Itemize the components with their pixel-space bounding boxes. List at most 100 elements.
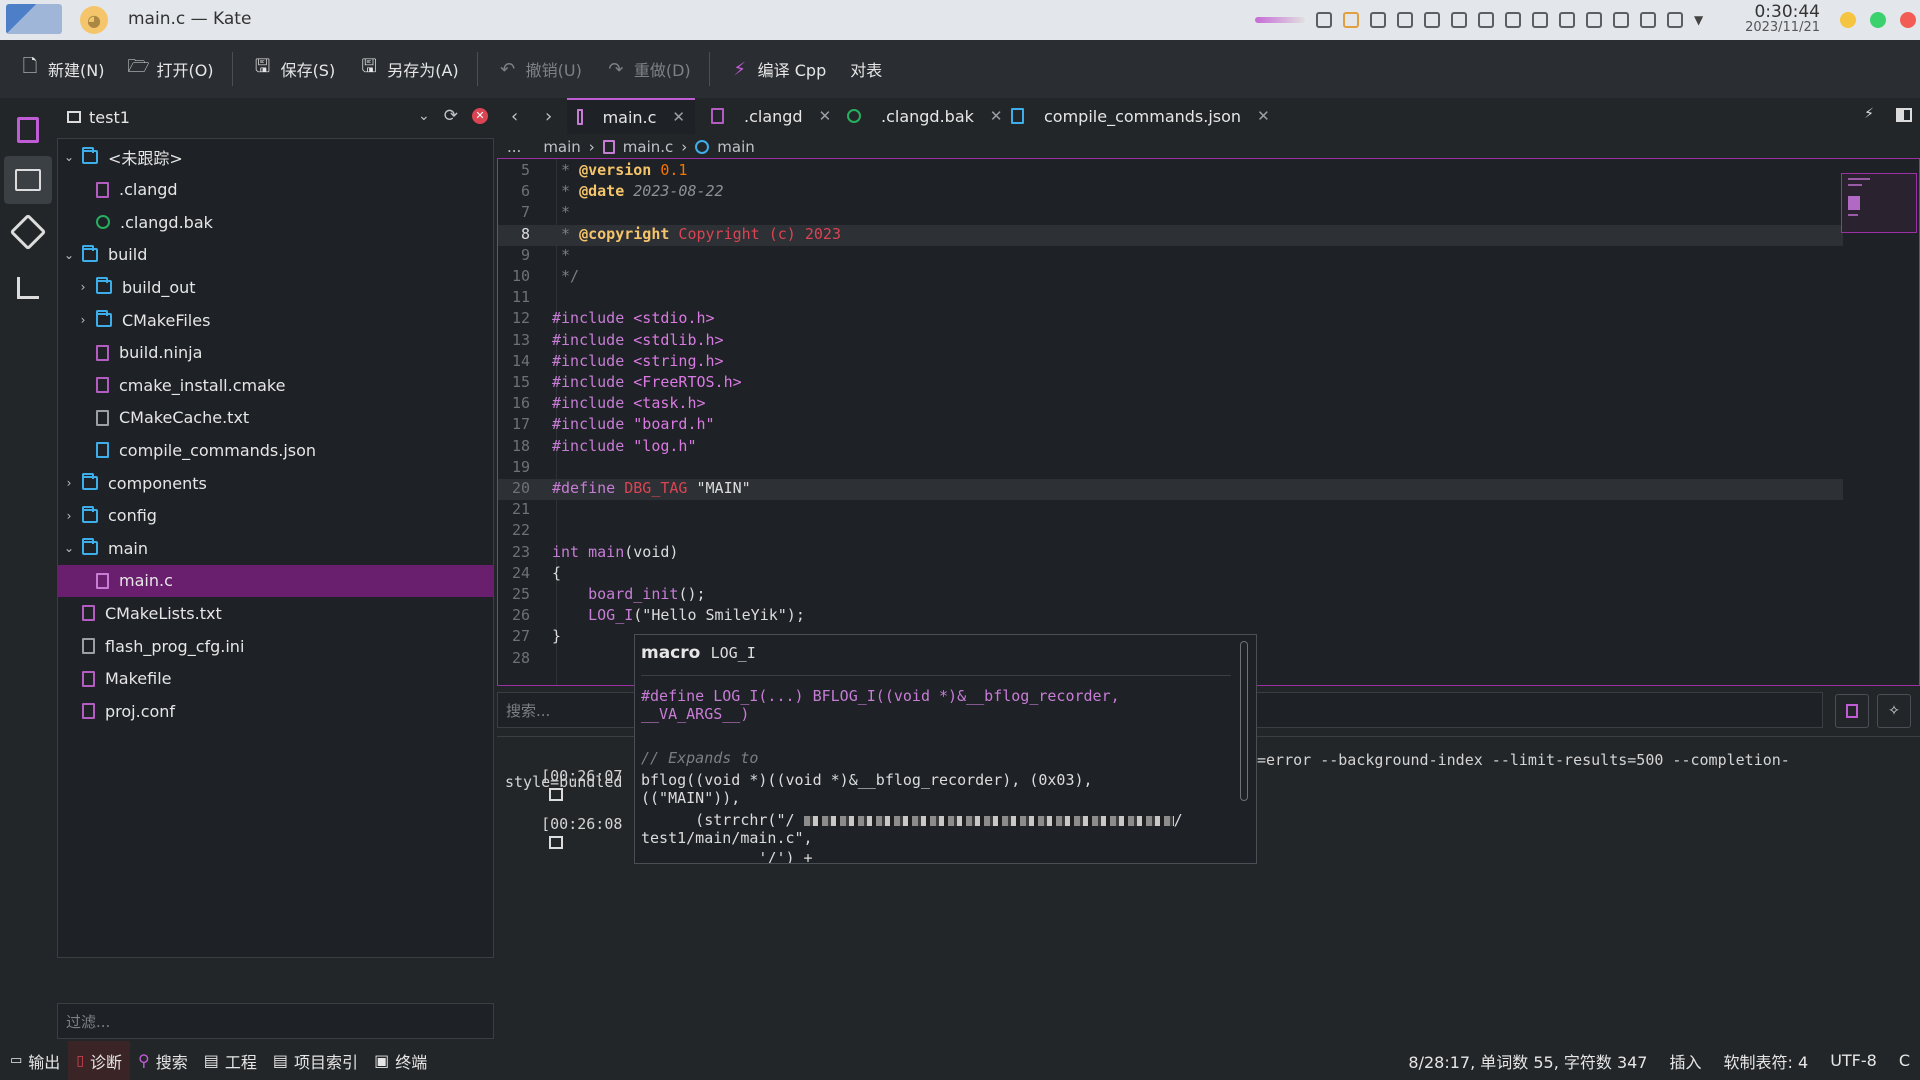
git-icon[interactable] (4, 208, 52, 256)
code-line[interactable]: 9 * (498, 246, 1843, 267)
display-icon[interactable] (1613, 12, 1629, 28)
index-tab[interactable]: ▤ 项目索引 (265, 1041, 366, 1080)
code-line[interactable]: 6 * @date 2023-08-22 (498, 182, 1843, 203)
chevron-right-icon[interactable]: › (62, 476, 76, 490)
clipboard-icon[interactable] (1451, 12, 1467, 28)
tree-file[interactable]: Makefile (58, 663, 493, 695)
tab-clangd[interactable]: .clangd ✕ (701, 98, 841, 134)
tree-file[interactable]: cmake_install.cmake (58, 369, 493, 401)
project-list-icon[interactable] (4, 156, 52, 204)
compile-button[interactable]: ⚡ 编译 Cpp (730, 49, 826, 89)
diagnostics-tab[interactable]: ▯ 诊断 (68, 1041, 131, 1080)
code-line[interactable]: 24 { (498, 564, 1843, 585)
code-line[interactable]: 11 (498, 288, 1843, 309)
chevron-down-icon[interactable]: ⌄ (418, 108, 430, 124)
open-button[interactable]: 🗁 打开(O) (127, 49, 213, 89)
save-button[interactable]: 🖫 保存(S) (253, 49, 335, 89)
tray-slider[interactable] (1255, 17, 1305, 23)
search-tab[interactable]: ⚲ 搜索 (130, 1041, 196, 1080)
tree-file[interactable]: CMakeLists.txt (58, 597, 493, 629)
code-line[interactable]: 17 #include "board.h" (498, 415, 1843, 436)
tree-file[interactable]: flash_prog_cfg.ini (58, 630, 493, 662)
pair-button[interactable]: 对表 (850, 49, 882, 89)
close-tab-icon[interactable]: ✕ (672, 108, 685, 126)
clock[interactable]: 0:30:44 2023/11/21 (1740, 2, 1820, 35)
tab-main-c[interactable]: main.c ✕ (567, 98, 695, 134)
clear-filter-icon[interactable]: ✧ (1877, 694, 1911, 728)
close-project-icon[interactable]: ✕ (472, 108, 488, 124)
tree-file[interactable]: .clangd.bak (58, 206, 493, 238)
project-tab[interactable]: ▤ 工程 (196, 1041, 265, 1080)
chevron-down-icon[interactable]: ⌄ (62, 248, 76, 262)
upload-icon[interactable] (1370, 12, 1386, 28)
tree-file[interactable]: CMakeCache.txt (58, 402, 493, 434)
tree-file[interactable]: build.ninja (58, 337, 493, 369)
tree-file[interactable]: compile_commands.json (58, 434, 493, 466)
forward-icon[interactable]: › (545, 106, 552, 127)
close-tab-icon[interactable]: ✕ (1257, 107, 1270, 125)
tree-folder[interactable]: › components (58, 467, 493, 499)
code-line[interactable]: 15 #include <FreeRTOS.h> (498, 373, 1843, 394)
code-line[interactable]: 14 #include <string.h> (498, 352, 1843, 373)
tree-folder[interactable]: ⌄ main (58, 532, 493, 564)
code-line[interactable]: 5 * @version 0.1 (498, 161, 1843, 182)
device-icon[interactable] (1667, 12, 1683, 28)
tab-compile-commands[interactable]: compile_commands.json ✕ (1001, 98, 1280, 134)
code-line[interactable]: 22 (498, 521, 1843, 542)
documents-icon[interactable] (4, 106, 52, 154)
code-line[interactable]: 16 #include <task.h> (498, 394, 1843, 415)
save-as-button[interactable]: 🖫 另存为(A) (359, 49, 459, 89)
folder-icon[interactable] (1424, 12, 1440, 28)
undo-button[interactable]: ↶ 撤销(U) (498, 49, 582, 89)
code-line[interactable]: 7 * (498, 203, 1843, 224)
chevron-down-icon[interactable]: ⌄ (62, 541, 76, 555)
code-editor[interactable]: 5 * @version 0.1 6 * @date 2023-08-22 7 * 8… (497, 158, 1920, 686)
code-line[interactable]: 20 #define DBG_TAG "MAIN" (498, 479, 1843, 500)
quick-open-icon[interactable]: ⚡ (1864, 106, 1874, 122)
close-button[interactable] (1900, 12, 1916, 28)
tooltip-scrollbar[interactable] (1240, 641, 1248, 801)
tree-folder[interactable]: › config (58, 500, 493, 532)
code-line[interactable]: 10 */ (498, 267, 1843, 288)
tree-file[interactable]: .clangd (58, 174, 493, 206)
encoding[interactable]: UTF-8 (1830, 1051, 1877, 1070)
search-in-project-icon[interactable] (1835, 694, 1869, 728)
maximize-button[interactable] (1870, 12, 1886, 28)
chevron-right-icon[interactable]: › (76, 313, 90, 327)
back-icon[interactable]: ‹ (511, 106, 518, 127)
chevron-right-icon[interactable]: › (62, 509, 76, 523)
code-line[interactable]: 13 #include <stdlib.h> (498, 331, 1843, 352)
volume-icon[interactable] (1640, 12, 1656, 28)
breadcrumb-root[interactable]: ... (507, 138, 521, 156)
split-view-icon[interactable] (1896, 108, 1912, 122)
tray-expand-icon[interactable]: ▼ (1694, 13, 1703, 27)
chevron-right-icon[interactable]: › (76, 280, 90, 294)
minimize-button[interactable] (1840, 12, 1856, 28)
code-line[interactable]: 23 int main(void) (498, 543, 1843, 564)
code-line[interactable]: 21 (498, 500, 1843, 521)
tree-folder[interactable]: ⌄ build (58, 239, 493, 271)
language-mode[interactable]: C (1899, 1051, 1910, 1070)
tree-folder[interactable]: › build_out (58, 271, 493, 303)
notification-icon[interactable] (1316, 12, 1332, 28)
symbols-icon[interactable] (4, 264, 52, 312)
indent-setting[interactable]: 软制表符: 4 (1724, 1049, 1809, 1073)
breadcrumb-folder[interactable]: main (543, 138, 580, 156)
code-line[interactable]: 12 #include <stdio.h> (498, 309, 1843, 330)
code-line[interactable]: 18 #include "log.h" (498, 437, 1843, 458)
keyboard-icon[interactable] (1397, 12, 1413, 28)
tab-clangd-bak[interactable]: .clangd.bak ✕ (837, 98, 1012, 134)
code-line[interactable]: 19 (498, 458, 1843, 479)
cursor-position[interactable]: 8/28:17, 单词数 55, 字符数 347 (1408, 1049, 1647, 1073)
breadcrumb-symbol[interactable]: main (717, 138, 754, 156)
workspace-thumbnail[interactable] (6, 4, 62, 34)
code-line[interactable]: 26 LOG_I("Hello SmileYik"); (498, 606, 1843, 627)
chevron-down-icon[interactable]: ⌄ (62, 150, 76, 164)
tree-file[interactable]: proj.conf (58, 695, 493, 727)
filter-input[interactable]: 过滤... (57, 1003, 494, 1039)
reload-icon[interactable]: ⟳ (444, 106, 458, 126)
breadcrumb-file[interactable]: main.c (623, 138, 674, 156)
tree-folder[interactable]: › CMakeFiles (58, 304, 493, 336)
tree-folder[interactable]: ⌄ <未跟踪> (58, 141, 493, 173)
new-button[interactable]: 🗋 新建(N) (20, 49, 105, 89)
